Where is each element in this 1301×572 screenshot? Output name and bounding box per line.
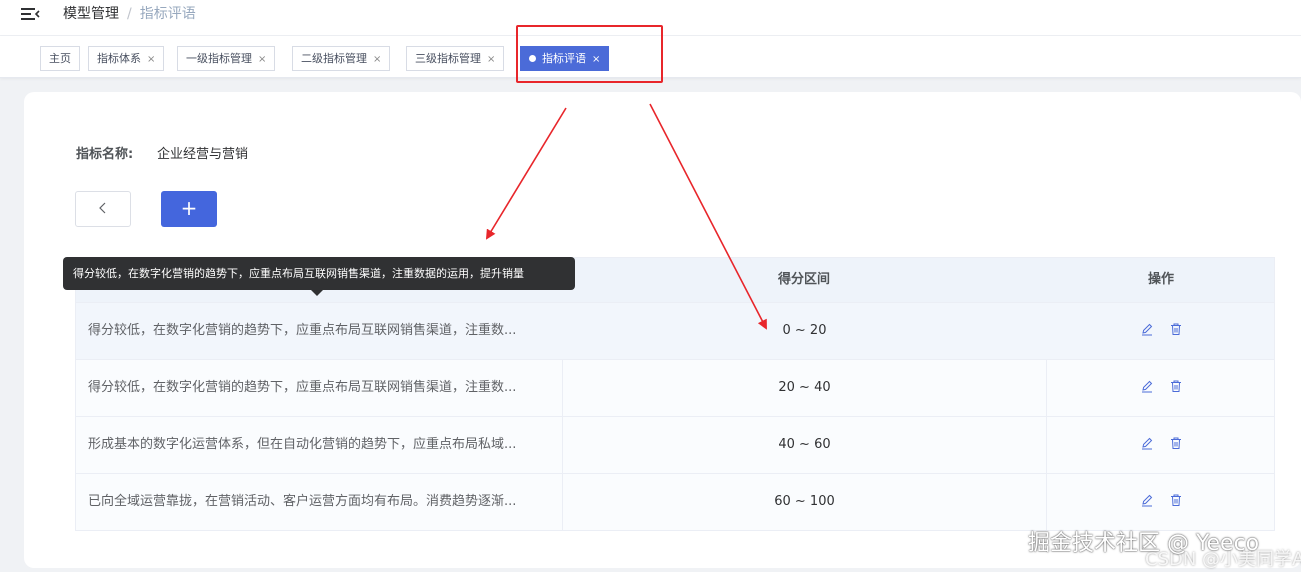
tag-indicator-comments[interactable]: 指标评语 × — [520, 46, 610, 71]
table-row[interactable]: 得分较低，在数字化营销的趋势下，应重点布局互联网销售渠道，注重数... 0 ~ … — [76, 302, 1274, 359]
comment-cell: 形成基本的数字化运营体系，但在自动化营销的趋势下，应重点布局私域... — [88, 437, 517, 452]
column-header-actions: 操作 — [1147, 272, 1174, 287]
tag-home[interactable]: 主页 — [40, 46, 80, 71]
actions-cell — [1046, 303, 1276, 359]
tag-label: 一级指标管理 — [186, 52, 252, 65]
table-row[interactable]: 已向全域运营靠拢，在营销活动、客户运营方面均有布局。消费趋势逐渐... 60 ~… — [76, 473, 1274, 530]
actions-cell — [1046, 360, 1276, 416]
actions-cell — [1046, 417, 1276, 473]
range-cell: 60 ~ 100 — [562, 474, 1046, 530]
menu-toggle-icon[interactable] — [20, 6, 40, 22]
range-cell: 40 ~ 60 — [562, 417, 1046, 473]
tag-level2-indicators[interactable]: 二级指标管理 × — [292, 46, 391, 71]
delete-icon[interactable] — [1169, 379, 1183, 393]
juejin-watermark: 掘金技术社区 @ Yeeco — [1028, 531, 1260, 556]
close-icon[interactable]: × — [373, 54, 381, 65]
tag-indicator-system[interactable]: 指标体系 × — [88, 46, 165, 71]
close-icon[interactable]: × — [147, 54, 155, 65]
breadcrumb: 模型管理 / 指标评语 — [63, 5, 196, 23]
tag-label: 指标体系 — [97, 52, 141, 65]
chevron-left-icon — [99, 202, 106, 214]
tag-level3-indicators[interactable]: 三级指标管理 × — [406, 46, 505, 71]
edit-icon[interactable] — [1140, 493, 1154, 507]
back-button[interactable] — [75, 191, 131, 227]
comments-table: 得分区间 操作 得分较低，在数字化营销的趋势下，应重点布局互联网销售渠道，注重数… — [75, 257, 1275, 531]
breadcrumb-item-model[interactable]: 模型管理 — [63, 6, 119, 22]
delete-icon[interactable] — [1169, 322, 1183, 336]
actions-cell — [1046, 474, 1276, 530]
close-icon[interactable]: × — [487, 54, 495, 65]
edit-icon[interactable] — [1140, 379, 1154, 393]
comment-tooltip: 得分较低，在数字化营销的趋势下，应重点布局互联网销售渠道，注重数据的运用，提升销… — [63, 257, 575, 296]
tag-label: 指标评语 — [542, 52, 586, 65]
range-cell: 20 ~ 40 — [562, 360, 1046, 416]
tag-label: 主页 — [49, 52, 71, 65]
active-dot-icon — [529, 55, 536, 62]
tag-level1-indicators[interactable]: 一级指标管理 × — [177, 46, 276, 71]
tag-label: 三级指标管理 — [415, 52, 481, 65]
comment-cell: 已向全域运营靠拢，在营销活动、客户运营方面均有布局。消费趋势逐渐... — [88, 494, 517, 509]
delete-icon[interactable] — [1169, 436, 1183, 450]
top-navbar: 模型管理 / 指标评语 — [0, 0, 1301, 36]
breadcrumb-separator: / — [127, 6, 132, 22]
add-button[interactable]: + — [161, 191, 217, 227]
comment-cell: 得分较低，在数字化营销的趋势下，应重点布局互联网销售渠道，注重数... — [88, 323, 517, 338]
close-icon[interactable]: × — [258, 54, 266, 65]
range-cell: 0 ~ 20 — [782, 323, 827, 338]
indicator-name-label: 指标名称: — [76, 147, 134, 162]
edit-icon[interactable] — [1140, 322, 1154, 336]
tags-view-bar: 主页 指标体系 × 一级指标管理 × 二级指标管理 × 三级指标管理 × 指标评语 × — [0, 36, 1301, 78]
delete-icon[interactable] — [1169, 493, 1183, 507]
edit-icon[interactable] — [1140, 436, 1154, 450]
column-header-range: 得分区间 — [777, 272, 830, 287]
table-row[interactable]: 得分较低，在数字化营销的趋势下，应重点布局互联网销售渠道，注重数... 20 ~… — [76, 359, 1274, 416]
breadcrumb-item-current: 指标评语 — [139, 6, 196, 22]
indicator-name-value: 企业经营与营销 — [157, 147, 249, 162]
close-icon[interactable]: × — [592, 54, 600, 65]
tag-label: 二级指标管理 — [301, 52, 367, 65]
table-row[interactable]: 形成基本的数字化运营体系，但在自动化营销的趋势下，应重点布局私域... 40 ~… — [76, 416, 1274, 473]
tooltip-text: 得分较低，在数字化营销的趋势下，应重点布局互联网销售渠道，注重数据的运用，提升销… — [73, 267, 524, 280]
tooltip-arrow — [311, 290, 323, 296]
comment-cell: 得分较低，在数字化营销的趋势下，应重点布局互联网销售渠道，注重数... — [88, 380, 517, 395]
